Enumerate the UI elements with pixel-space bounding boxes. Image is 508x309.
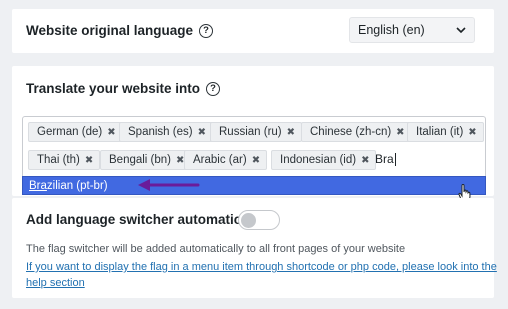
- original-language-select[interactable]: English (en): [349, 17, 475, 43]
- help-section-link-continued[interactable]: help section: [26, 277, 496, 289]
- remove-tag-icon[interactable]: ✖: [85, 155, 93, 166]
- help-section-link[interactable]: If you want to display the flag in a men…: [26, 261, 497, 273]
- language-switcher-card: Add language switcher automatically The …: [12, 198, 497, 298]
- remove-tag-icon[interactable]: ✖: [252, 155, 260, 166]
- auto-switcher-toggle[interactable]: [238, 210, 280, 230]
- remove-tag-icon[interactable]: ✖: [107, 127, 115, 138]
- annotation-arrow-icon: [138, 179, 200, 191]
- language-tag-label: Indonesian (id): [280, 154, 357, 166]
- language-tag-label: German (de): [37, 126, 103, 138]
- original-language-title: Website original language ?: [26, 23, 214, 38]
- language-tag-label: Thai (th): [37, 154, 80, 166]
- remove-tag-icon[interactable]: ✖: [361, 155, 369, 166]
- remove-tag-icon[interactable]: ✖: [198, 127, 206, 138]
- language-tag-label: Spanish (es): [128, 126, 193, 138]
- remove-tag-icon[interactable]: ✖: [396, 127, 404, 138]
- language-tag-label: Italian (it): [416, 126, 464, 138]
- language-suggestion-item[interactable]: Bra zilian (pt-br): [22, 176, 486, 195]
- language-search-text: Bra: [375, 152, 394, 166]
- language-tags-input[interactable]: German (de) ✖ Spanish (es) ✖ Russian (ru…: [22, 116, 486, 176]
- remove-tag-icon[interactable]: ✖: [468, 127, 476, 138]
- suggestion-match-text: Bra: [29, 179, 47, 192]
- language-tag-label: Bengali (bn): [109, 154, 172, 166]
- language-tag-label: Russian (ru): [219, 126, 282, 138]
- chevron-down-icon: [456, 27, 466, 34]
- language-tag-label: Arabic (ar): [193, 154, 247, 166]
- help-icon[interactable]: ?: [199, 23, 214, 38]
- language-tag: Chinese (zh-cn) ✖: [301, 122, 412, 142]
- language-tag: German (de) ✖: [28, 122, 123, 142]
- remove-tag-icon[interactable]: ✖: [287, 127, 295, 138]
- translate-title: Translate your website into ?: [26, 81, 221, 96]
- translate-label: Translate your website into: [26, 81, 201, 96]
- language-tag: Italian (it) ✖: [407, 122, 484, 142]
- language-tag: Bengali (bn) ✖: [100, 150, 192, 170]
- language-tag-label: Chinese (zh-cn): [310, 126, 392, 138]
- help-icon[interactable]: ?: [206, 81, 221, 96]
- language-search-input[interactable]: Bra: [375, 152, 396, 166]
- original-language-label: Website original language: [26, 23, 194, 38]
- language-tag: Arabic (ar) ✖: [184, 150, 268, 170]
- text-caret: [394, 152, 396, 166]
- switcher-title: Add language switcher automatically: [26, 212, 264, 227]
- language-tag: Indonesian (id) ✖: [271, 150, 377, 170]
- selected-language-value: English (en): [358, 23, 425, 37]
- language-tag: Thai (th) ✖: [28, 150, 101, 170]
- toggle-knob: [241, 212, 256, 228]
- language-tag: Russian (ru) ✖: [210, 122, 303, 142]
- switcher-description: The flag switcher will be added automati…: [26, 243, 406, 255]
- language-tag: Spanish (es) ✖: [119, 122, 213, 142]
- original-language-card: Website original language ? English (en): [12, 9, 494, 53]
- suggestion-rest-text: zilian (pt-br): [46, 179, 108, 192]
